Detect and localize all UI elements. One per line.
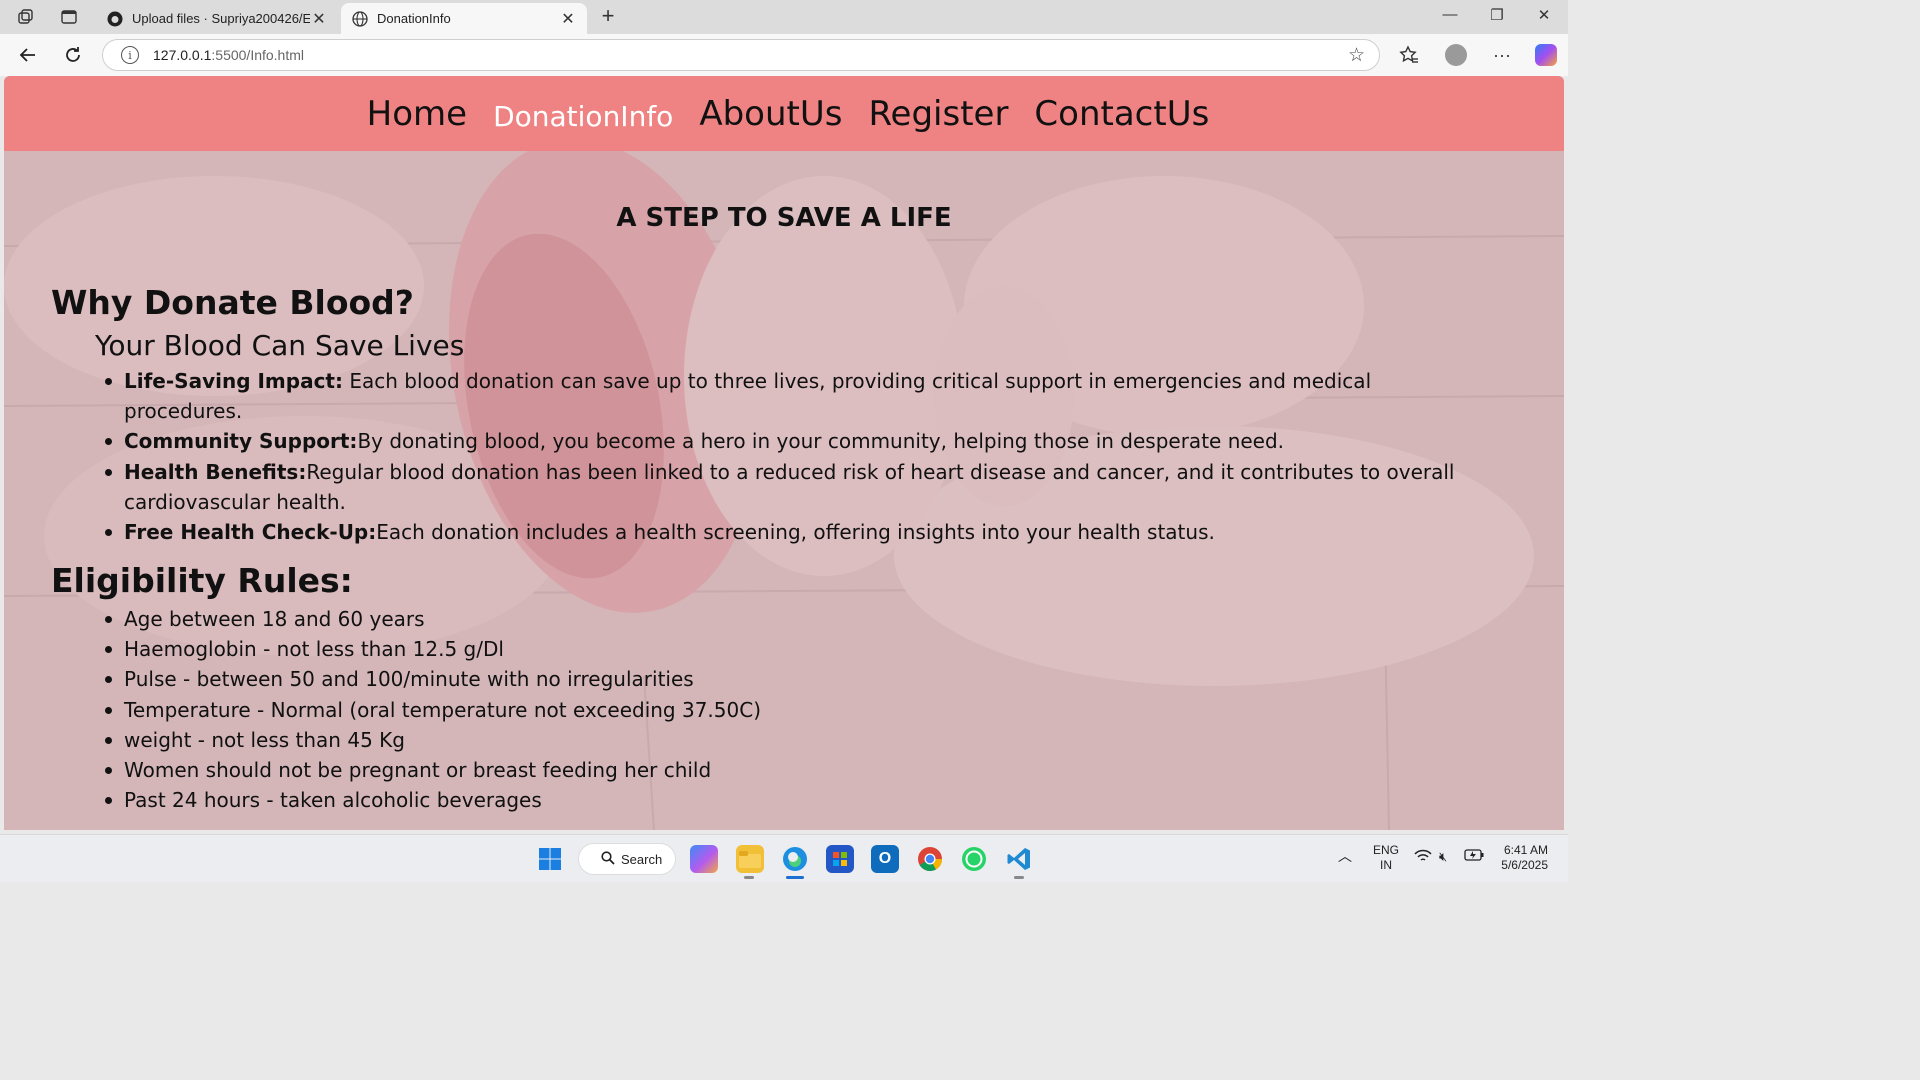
eligibility-heading: Eligibility Rules:	[51, 561, 353, 600]
back-arrow-icon[interactable]	[16, 43, 40, 67]
copilot-icon[interactable]	[1533, 43, 1559, 67]
windows-taskbar: Search O ︿ ENG IN 🔇︎ 6:41 AM 5/6/2025	[0, 834, 1568, 882]
workspaces-icon[interactable]	[15, 6, 37, 28]
refresh-icon[interactable]	[61, 43, 85, 67]
minimize-icon[interactable]: —	[1439, 6, 1461, 23]
file-explorer-icon[interactable]	[736, 845, 764, 873]
tab-title: Upload files · Supriya200426/E-co	[132, 11, 310, 26]
system-clock[interactable]: 6:41 AM 5/6/2025	[1501, 843, 1548, 873]
profile-avatar[interactable]	[1443, 43, 1469, 67]
list-item: Temperature - Normal (oral temperature n…	[105, 695, 1024, 725]
show-hidden-icons-chevron-icon[interactable]: ︿	[1338, 849, 1352, 864]
tab-donationinfo[interactable]: DonationInfo ✕	[341, 3, 587, 34]
nav-contactus[interactable]: ContactUs	[1034, 94, 1209, 134]
nav-aboutus[interactable]: AboutUs	[699, 94, 842, 134]
nav-register[interactable]: Register	[868, 94, 1008, 134]
browser-toolbar: i 127.0.0.1:5500/Info.html ☆ ···	[0, 34, 1568, 76]
vertical-tabs-icon[interactable]	[58, 6, 80, 28]
page-content: A STEP TO SAVE A LIFE Why Donate Blood? …	[4, 151, 1564, 830]
url-text: 127.0.0.1:5500/Info.html	[153, 47, 305, 63]
vscode-icon[interactable]	[1005, 845, 1033, 873]
nav-donationinfo[interactable]: DonationInfo	[493, 100, 673, 133]
list-item: Health Benefits:Regular blood donation h…	[105, 457, 1494, 517]
list-item: Haemoglobin - not less than 12.5 g/Dl	[105, 634, 1024, 664]
eligibility-list: Age between 18 and 60 years Haemoglobin …	[105, 604, 1024, 815]
favorites-icon[interactable]	[1396, 43, 1422, 67]
globe-icon	[351, 10, 369, 28]
tab-title: DonationInfo	[377, 11, 451, 26]
battery-icon[interactable]	[1464, 849, 1484, 865]
search-icon	[601, 850, 615, 868]
github-icon	[106, 10, 124, 28]
close-tab-icon[interactable]: ✕	[310, 9, 328, 29]
whatsapp-icon[interactable]	[960, 845, 988, 873]
nav-home[interactable]: Home	[367, 94, 467, 134]
why-donate-subheading: Your Blood Can Save Lives	[95, 329, 465, 362]
wifi-icon[interactable]	[1414, 849, 1432, 867]
why-donate-heading: Why Donate Blood?	[51, 283, 414, 322]
taskbar-search[interactable]: Search	[578, 843, 676, 875]
list-item: weight - not less than 45 Kg	[105, 725, 1024, 755]
copilot-app-icon[interactable]	[690, 845, 718, 873]
windows-start-icon[interactable]	[536, 845, 564, 873]
favorite-star-icon[interactable]: ☆	[1348, 44, 1365, 67]
restore-icon[interactable]: ❐	[1486, 6, 1508, 24]
outlook-icon[interactable]: O	[871, 845, 899, 873]
tab-github-upload[interactable]: Upload files · Supriya200426/E-co ✕	[96, 3, 338, 34]
close-tab-icon[interactable]: ✕	[559, 9, 577, 29]
language-indicator[interactable]: ENG IN	[1373, 843, 1399, 873]
edge-browser-icon[interactable]	[781, 845, 809, 873]
list-item: Age between 18 and 60 years	[105, 604, 1024, 634]
search-label: Search	[621, 851, 663, 867]
why-donate-list: Life-Saving Impact: Each blood donation …	[105, 366, 1494, 547]
running-indicator	[1014, 876, 1024, 879]
web-page: Home DonationInfo AboutUs Register Conta…	[4, 76, 1564, 830]
browser-tab-bar: Upload files · Supriya200426/E-co ✕ Dona…	[0, 0, 1568, 34]
microsoft-store-icon[interactable]	[826, 845, 854, 873]
chrome-icon[interactable]	[916, 845, 944, 873]
list-item: Life-Saving Impact: Each blood donation …	[105, 366, 1494, 426]
site-info-icon[interactable]: i	[121, 46, 139, 64]
site-navigation: Home DonationInfo AboutUs Register Conta…	[4, 76, 1564, 151]
active-app-indicator	[786, 876, 804, 879]
list-item: Community Support:By donating blood, you…	[105, 426, 1494, 456]
new-tab-button[interactable]: +	[596, 5, 620, 29]
list-item: Pulse - between 50 and 100/minute with n…	[105, 664, 1024, 694]
page-title: A STEP TO SAVE A LIFE	[616, 203, 952, 233]
volume-muted-icon[interactable]: 🔇︎	[1439, 849, 1447, 864]
close-window-icon[interactable]: ✕	[1533, 6, 1555, 24]
address-bar[interactable]: i 127.0.0.1:5500/Info.html ☆	[102, 39, 1380, 71]
more-options-icon[interactable]: ···	[1489, 43, 1515, 67]
running-indicator	[744, 876, 754, 879]
list-item: Women should not be pregnant or breast f…	[105, 755, 1024, 785]
list-item: Past 24 hours - taken alcoholic beverage…	[105, 785, 1024, 815]
list-item: Free Health Check-Up:Each donation inclu…	[105, 517, 1494, 547]
